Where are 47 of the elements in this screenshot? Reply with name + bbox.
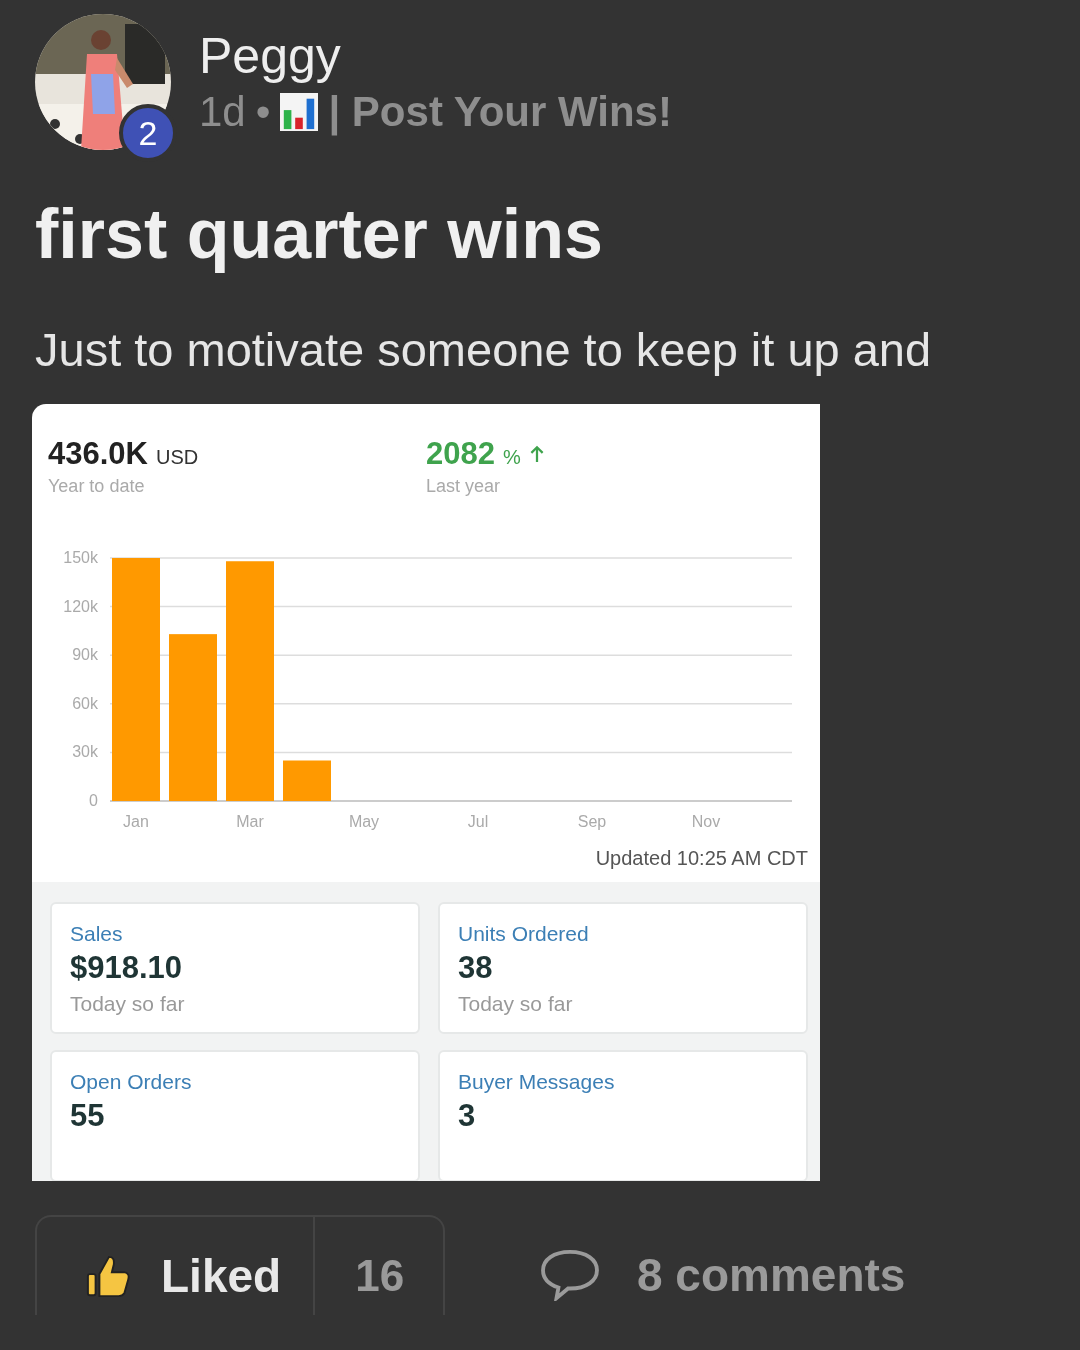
post-title: first quarter wins xyxy=(35,194,604,275)
y-tick-label: 30k xyxy=(72,743,98,761)
x-tick-label: Sep xyxy=(577,813,607,830)
summary-caption: Last year xyxy=(426,476,502,497)
bar xyxy=(283,760,331,801)
tile-value: 55 xyxy=(70,1098,106,1134)
x-tick-label: Mar xyxy=(236,813,264,830)
bar-chart-icon xyxy=(280,93,319,131)
y-tick-label: 90k xyxy=(72,646,98,664)
stat-tile[interactable]: Buyer Messages 3 xyxy=(438,1050,808,1181)
tile-caption: Today so far xyxy=(70,992,186,1016)
like-button[interactable]: Liked xyxy=(37,1217,316,1315)
separator-dot: • xyxy=(255,88,271,136)
x-tick-label: Jan xyxy=(123,813,149,830)
summary-unit: % xyxy=(502,446,521,469)
y-tick-label: 60k xyxy=(72,694,98,712)
tile-label: Units Ordered xyxy=(458,922,590,946)
stat-tile[interactable]: Open Orders 55 xyxy=(50,1050,420,1181)
updated-time: Updated 10:25 AM CDT xyxy=(595,847,808,869)
up-arrow-icon xyxy=(528,445,545,463)
x-tick-label: Jul xyxy=(467,813,489,830)
summary-unit: USD xyxy=(155,446,199,469)
summary-value: 436.0K xyxy=(48,436,148,472)
tile-label: Open Orders xyxy=(70,1070,193,1094)
tile-caption: Today so far xyxy=(458,992,574,1016)
tile-label: Sales xyxy=(70,922,124,946)
stat-tile[interactable]: Units Ordered 38 Today so far xyxy=(438,902,808,1034)
stat-tile[interactable]: Sales $918.10 Today so far xyxy=(50,902,420,1034)
group-link[interactable]: | Post Your Wins! xyxy=(328,88,672,136)
x-tick-label: May xyxy=(348,813,380,830)
author-name[interactable]: Peggy xyxy=(199,26,672,86)
post-age: 1d xyxy=(199,88,246,136)
comments-button[interactable]: 8 comments xyxy=(539,1228,906,1302)
tile-value: 38 xyxy=(458,950,494,986)
thumbs-up-icon xyxy=(85,1253,133,1299)
speech-bubble-icon xyxy=(539,1249,601,1301)
y-tick-label: 0 xyxy=(89,792,98,809)
y-tick-label: 120k xyxy=(63,597,98,615)
like-count: 16 xyxy=(354,1250,405,1301)
post-body: Just to motivate someone to keep it up and xyxy=(35,322,933,378)
summary-value: 2082 xyxy=(426,436,495,472)
tile-value: 3 xyxy=(458,1098,477,1134)
x-tick-label: Nov xyxy=(691,813,721,830)
y-tick-label: 150k xyxy=(63,549,98,566)
summary-caption: Year to date xyxy=(48,476,146,497)
tile-value: $918.10 xyxy=(70,950,184,986)
tile-label: Buyer Messages xyxy=(458,1070,616,1094)
